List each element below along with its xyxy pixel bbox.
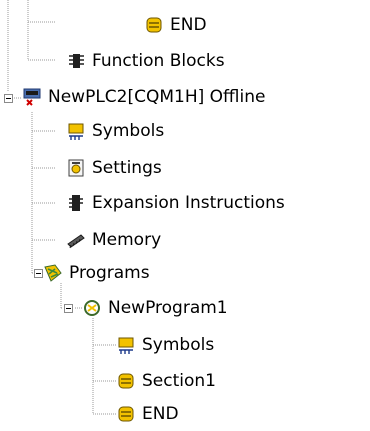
tree-item-function-blocks[interactable]: Function Blocks: [66, 44, 225, 78]
expansion-instructions-icon: [69, 195, 83, 211]
end-section-icon: [146, 17, 162, 33]
tree-item-section1[interactable]: Section1: [116, 364, 216, 398]
tree-item-label: Symbols: [92, 121, 165, 141]
tree-item-label: Memory: [92, 230, 162, 250]
tree-item-label: NewPLC2[CQM1H] Offline: [48, 87, 266, 107]
tree-item-end-top[interactable]: END: [144, 8, 207, 42]
tree-item-newprogram1[interactable]: NewProgram1: [82, 291, 228, 325]
tree-item-newplc2[interactable]: NewPLC2[CQM1H] Offline: [22, 80, 265, 114]
tree-item-memory[interactable]: Memory: [66, 223, 161, 257]
collapse-toggle-programs[interactable]: [34, 269, 43, 278]
tree-item-label: END: [170, 15, 207, 35]
section-icon: [118, 373, 134, 389]
tree-item-label: Settings: [92, 158, 162, 178]
tree-item-end-bottom[interactable]: END: [116, 397, 179, 431]
symbols-icon: [118, 337, 134, 354]
tree-item-label: Expansion Instructions: [92, 193, 285, 213]
project-tree: END Function Blocks NewPLC2[CQM1H] Offli…: [0, 0, 370, 424]
tree-item-label: Programs: [69, 263, 150, 283]
end-section-icon: [118, 406, 134, 422]
plc-offline-icon: [23, 88, 41, 106]
settings-icon: [68, 159, 84, 177]
tree-item-settings[interactable]: Settings: [66, 151, 162, 185]
tree-item-label: END: [142, 404, 179, 424]
function-blocks-icon: [69, 54, 84, 68]
tree-item-label: Section1: [142, 371, 216, 391]
tree-item-program-symbols[interactable]: Symbols: [116, 328, 214, 362]
program-icon: [84, 300, 100, 316]
collapse-toggle-newprogram1[interactable]: [64, 304, 73, 313]
tree-item-symbols[interactable]: Symbols: [66, 114, 164, 148]
collapse-toggle-newplc2[interactable]: [4, 94, 13, 103]
tree-item-expansion-instructions[interactable]: Expansion Instructions: [66, 186, 285, 220]
symbols-icon: [68, 123, 84, 140]
memory-icon: [67, 234, 85, 249]
tree-item-programs[interactable]: Programs: [43, 256, 150, 290]
tree-item-label: NewProgram1: [108, 298, 228, 318]
programs-icon: [44, 264, 62, 282]
tree-item-label: Symbols: [142, 335, 215, 355]
tree-item-label: Function Blocks: [92, 51, 225, 71]
